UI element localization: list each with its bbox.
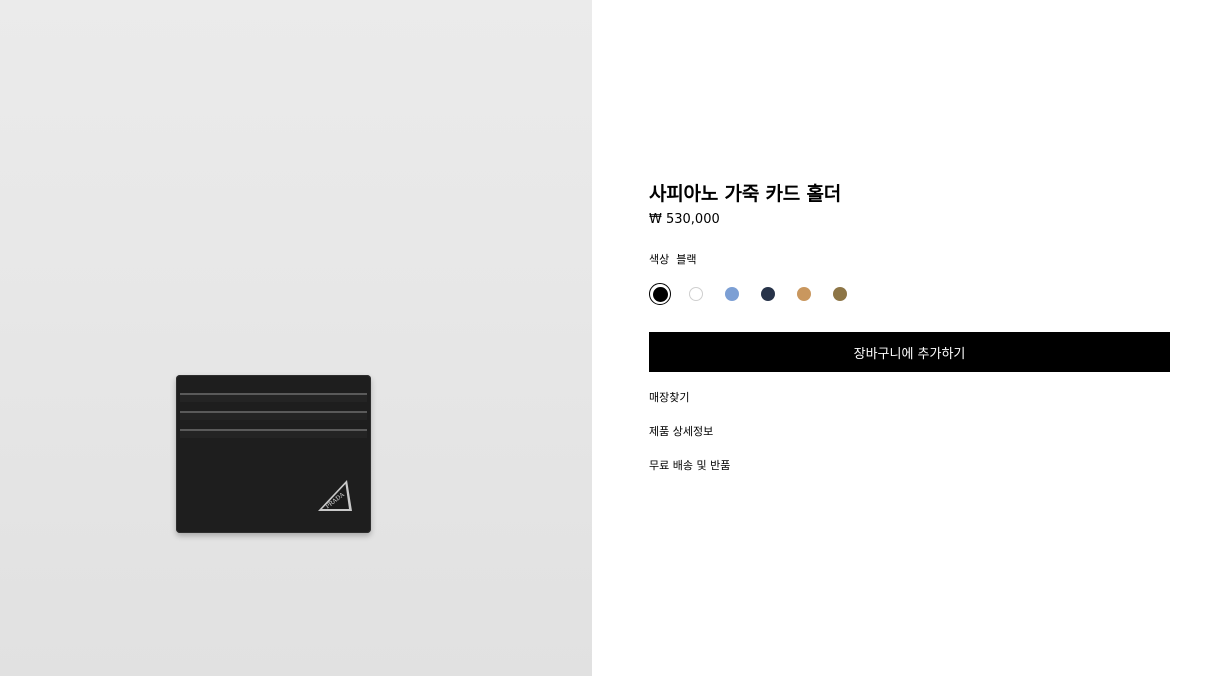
shipping-returns-link[interactable]: 무료 배송 및 반품	[649, 458, 730, 492]
product-links: 매장찾기 제품 상세정보 무료 배송 및 반품	[649, 390, 730, 492]
color-value: 블랙	[676, 253, 697, 266]
swatch-navy-dot	[761, 287, 775, 301]
product-title: 사피아노 가죽 카드 홀더	[649, 183, 842, 205]
swatch-black-dot	[652, 286, 668, 302]
swatch-white[interactable]	[685, 283, 707, 305]
color-selection-label: 색상 블랙	[649, 251, 697, 267]
product-image-card-holder: PRADA	[176, 375, 371, 533]
swatch-light-blue-dot	[725, 287, 739, 301]
product-image-panel: PRADA	[0, 0, 592, 676]
store-finder-link[interactable]: 매장찾기	[649, 390, 730, 424]
card-slot	[180, 429, 367, 438]
swatch-navy[interactable]	[757, 283, 779, 305]
triangle-logo-icon: PRADA	[318, 480, 352, 511]
swatch-light-blue[interactable]	[721, 283, 743, 305]
card-slot	[180, 411, 367, 420]
swatch-khaki-brown[interactable]	[829, 283, 851, 305]
swatch-black[interactable]	[649, 283, 671, 305]
swatch-caramel-dot	[797, 287, 811, 301]
add-to-cart-button[interactable]: 장바구니에 추가하기	[649, 332, 1170, 372]
swatch-white-dot	[689, 287, 703, 301]
product-price: ₩ 530,000	[649, 212, 720, 227]
color-label: 색상	[649, 253, 670, 266]
color-swatches	[649, 283, 851, 305]
swatch-khaki-brown-dot	[833, 287, 847, 301]
card-slot	[180, 393, 367, 402]
product-details-link[interactable]: 제품 상세정보	[649, 424, 730, 458]
swatch-caramel[interactable]	[793, 283, 815, 305]
